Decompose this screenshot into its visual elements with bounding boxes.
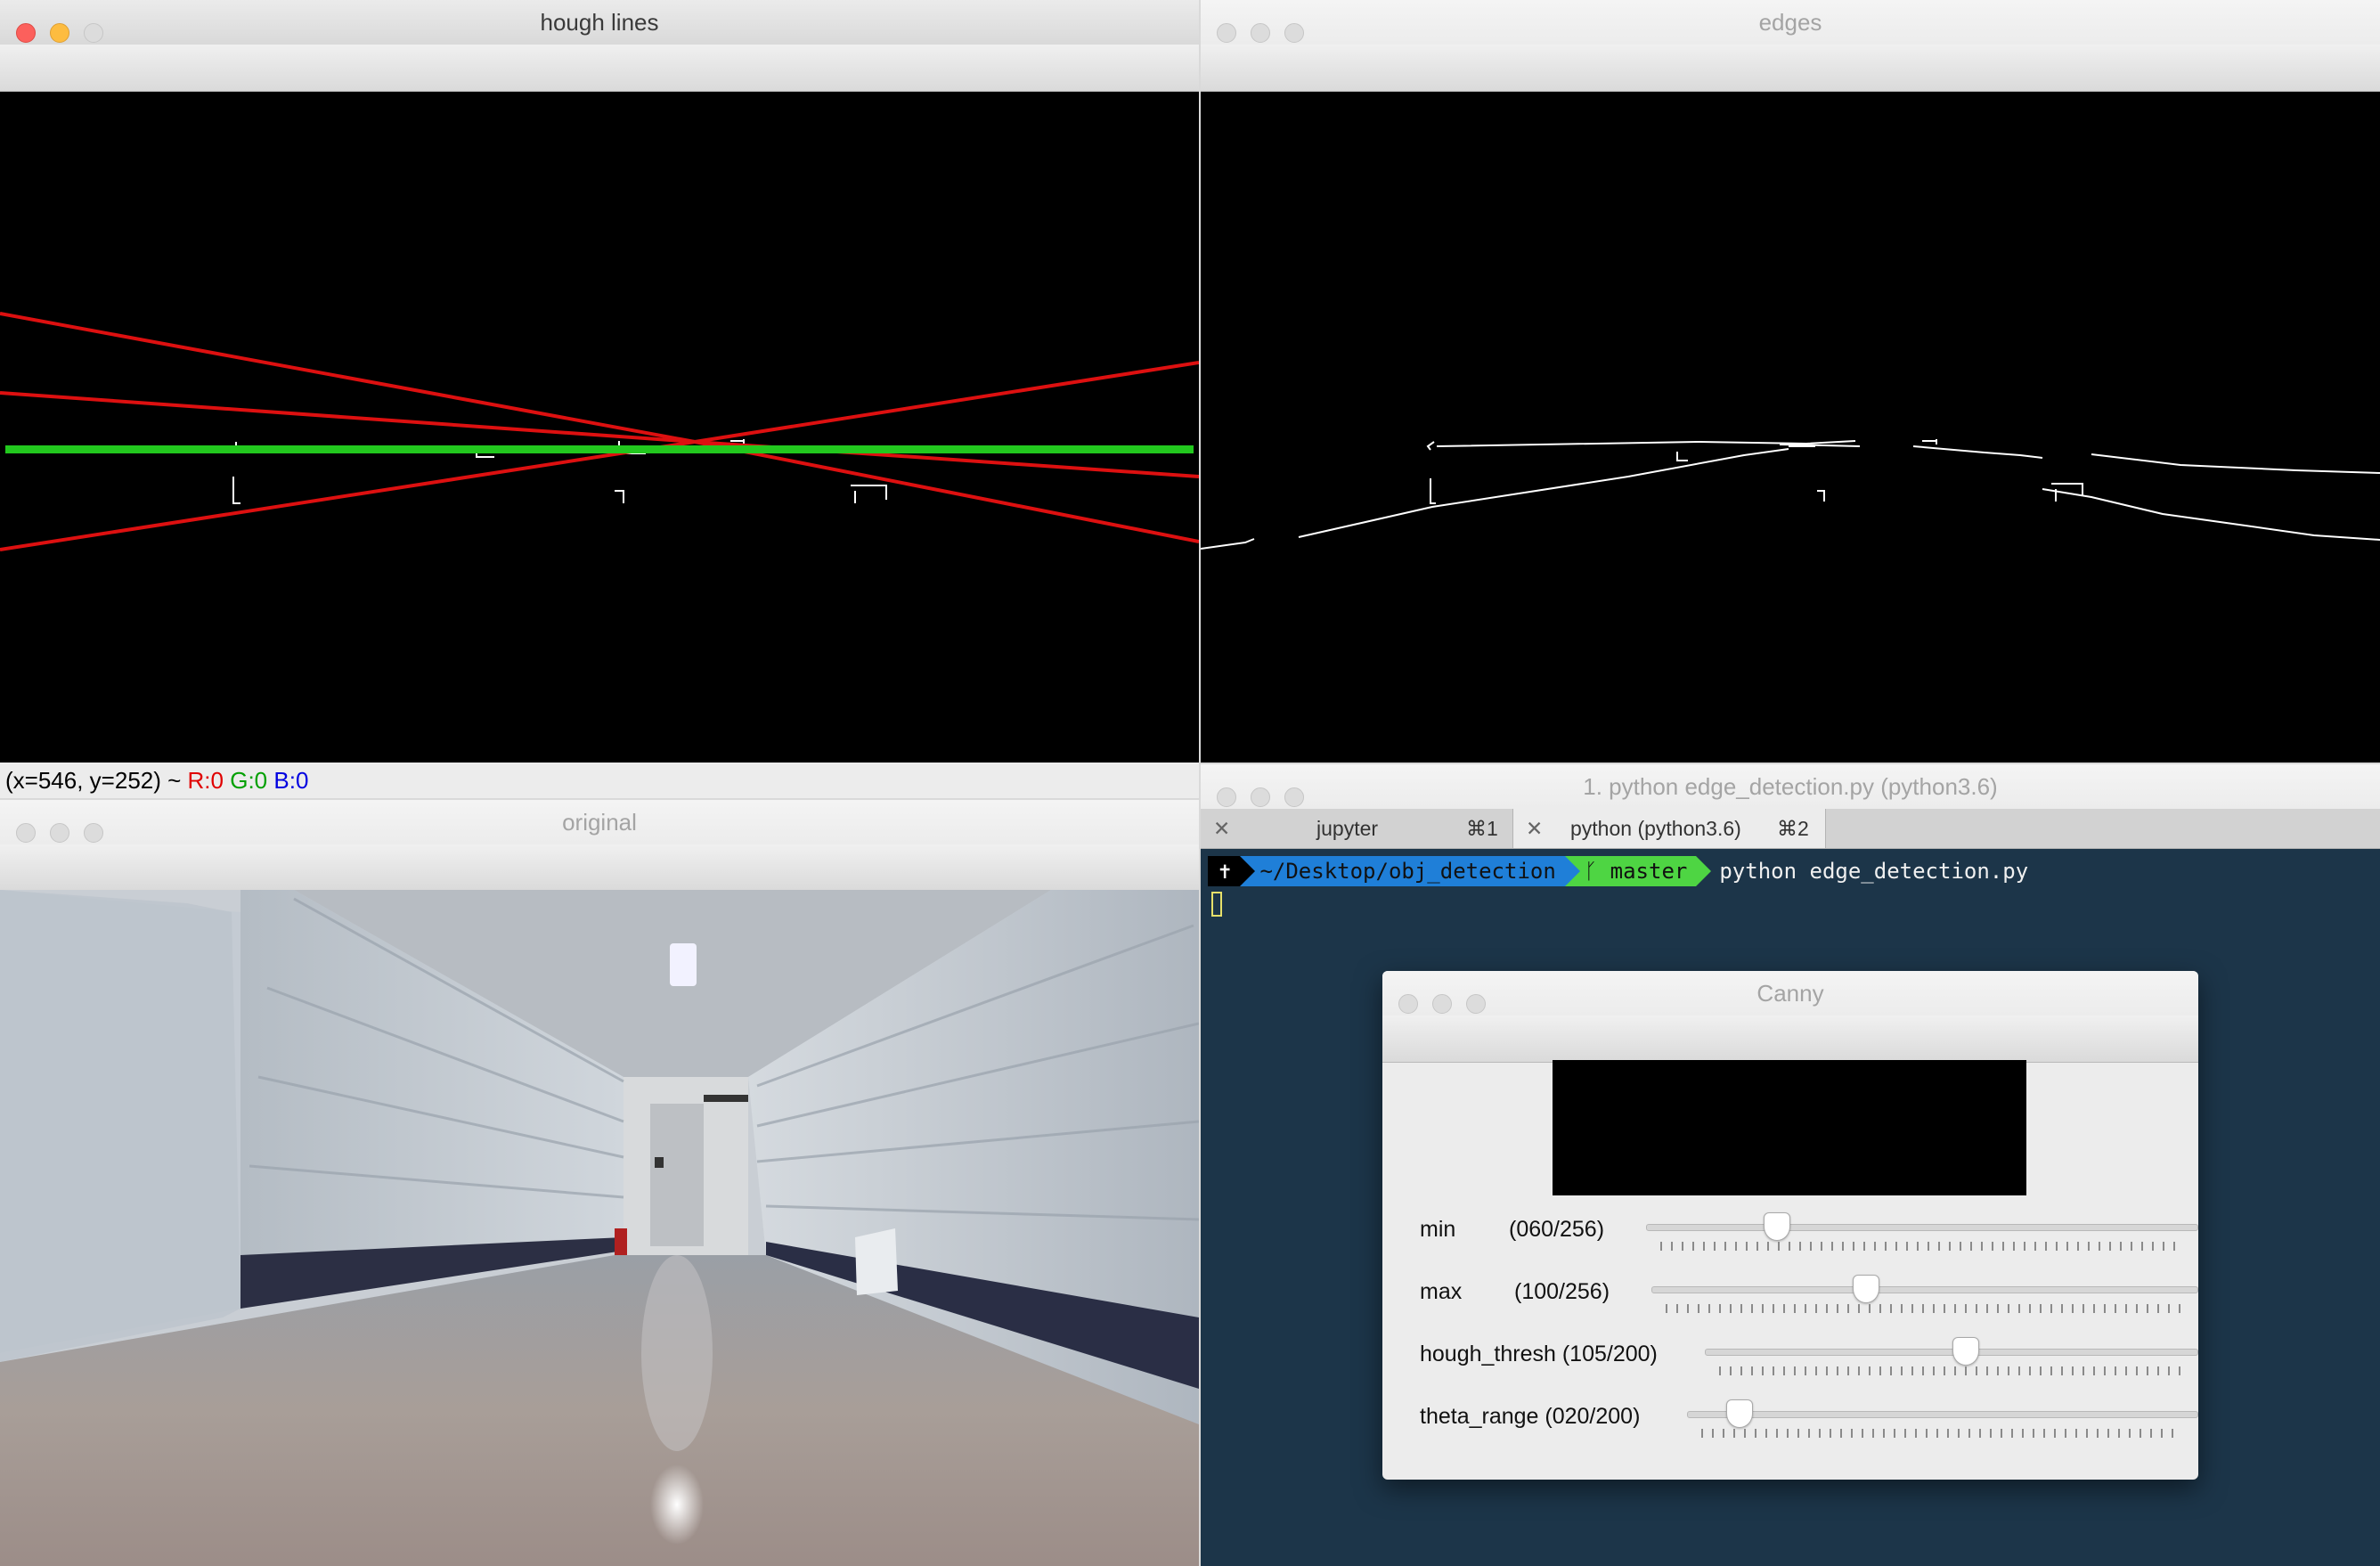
canny-preview (1553, 1060, 2026, 1195)
cross-icon: ✝ (1219, 859, 1232, 884)
hough-lines-window: hough lines (x=546, y=252) ~ R:0 G:0 B:0 (0, 0, 1199, 798)
minimize-button[interactable] (1251, 787, 1270, 807)
window-controls (16, 812, 118, 843)
window-toolbar (0, 45, 1199, 92)
window-title: Canny (1756, 980, 1824, 1007)
shell-prompt: ✝ ~/Desktop/obj_detection ᚴ master pytho… (1208, 856, 2028, 886)
status-b: B:0 (273, 767, 309, 794)
window-title: hough lines (540, 9, 659, 36)
slider-thumb[interactable] (1853, 1275, 1880, 1303)
tab-shortcut: ⌘2 (1777, 817, 1809, 840)
minimize-button[interactable] (50, 23, 69, 43)
slider-min: min (060/256) (1382, 1210, 2198, 1263)
edges-window: edges (1201, 0, 2380, 763)
prompt-root-segment: ✝ (1208, 856, 1256, 886)
minimize-button[interactable] (1251, 23, 1270, 43)
tab-label: python (python3.6) (1570, 817, 1741, 840)
terminal-tab-bar: ✕ jupyter ⌘1 ✕ python (python3.6) ⌘2 (1201, 809, 2380, 849)
slider-thumb[interactable] (1764, 1212, 1791, 1241)
window-title: original (562, 809, 637, 836)
slider-label: max (1420, 1279, 1463, 1304)
hallway-photo (0, 890, 1199, 1566)
window-toolbar (1382, 1015, 2198, 1063)
edges-image[interactable] (1201, 92, 2380, 763)
close-tab-icon[interactable]: ✕ (1526, 809, 1543, 848)
window-controls (1217, 777, 1318, 807)
close-button[interactable] (1398, 994, 1418, 1014)
slider-label: min (1420, 1217, 1456, 1242)
slider-track[interactable] (1687, 1399, 2198, 1428)
original-camera-image[interactable] (0, 890, 1199, 1566)
git-branch-icon: ᚴ (1584, 859, 1598, 884)
prompt-path-segment: ~/Desktop/obj_detection (1240, 856, 1580, 886)
tab-jupyter[interactable]: ✕ jupyter ⌘1 (1201, 809, 1512, 848)
edge-contours (1201, 439, 2380, 550)
hough-red-lines (0, 312, 1199, 551)
original-window: original (0, 800, 1199, 1566)
window-title: edges (1758, 9, 1822, 36)
terminal-titlebar[interactable]: 1. python edge_detection.py (python3.6) (1201, 764, 2380, 810)
close-tab-icon[interactable]: ✕ (1213, 809, 1230, 848)
slider-hough-thresh: hough_thresh (105/200) (1382, 1334, 2198, 1388)
slider-value: (060/256) (1509, 1217, 1605, 1242)
slider-theta-range: theta_range (020/200) (1382, 1397, 2198, 1450)
minimize-button[interactable] (1432, 994, 1452, 1014)
slider-thumb[interactable] (1726, 1399, 1754, 1428)
window-controls (1217, 12, 1318, 43)
canny-window: Canny min (060/256) max (100/256) hough_… (1382, 971, 2198, 1480)
edges-titlebar[interactable]: edges (1201, 0, 2380, 45)
zoom-button[interactable] (1284, 23, 1304, 43)
slider-label: theta_range (020/200) (1420, 1404, 1641, 1429)
edges-drawing (1201, 439, 2380, 550)
window-controls (16, 12, 118, 43)
slider-ticks (1660, 1242, 2182, 1251)
close-button[interactable] (16, 23, 36, 43)
prompt-path: ~/Desktop/obj_detection (1259, 859, 1556, 884)
status-r: R:0 (187, 767, 224, 794)
status-coords: (x=546, y=252) ~ (5, 767, 188, 794)
slider-max: max (100/256) (1382, 1272, 2198, 1325)
slider-ticks (1666, 1304, 2182, 1313)
close-button[interactable] (1217, 787, 1236, 807)
hough-green-line (5, 445, 1194, 453)
hough-lines-titlebar[interactable]: hough lines (0, 0, 1199, 45)
window-controls (1398, 983, 1500, 1014)
slider-track[interactable] (1651, 1275, 2198, 1303)
close-button[interactable] (1217, 23, 1236, 43)
hough-lines-image[interactable] (0, 92, 1199, 763)
prompt-branch: master (1610, 859, 1688, 884)
prompt-git-segment: ᚴ master (1564, 856, 1712, 886)
canny-titlebar[interactable]: Canny (1382, 971, 2198, 1016)
slider-value: (100/256) (1514, 1279, 1610, 1304)
slider-track[interactable] (1646, 1212, 2198, 1241)
prompt-command: python edge_detection.py (1719, 859, 2029, 884)
pixel-status-bar: (x=546, y=252) ~ R:0 G:0 B:0 (0, 763, 1199, 798)
slider-label: hough_thresh (105/200) (1420, 1342, 1658, 1366)
zoom-button[interactable] (84, 23, 103, 43)
hough-lines-drawing (0, 312, 1199, 551)
original-titlebar[interactable]: original (0, 800, 1199, 845)
zoom-button[interactable] (1466, 994, 1486, 1014)
slider-ticks (1719, 1366, 2182, 1375)
status-g: G:0 (230, 767, 268, 794)
window-title: 1. python edge_detection.py (python3.6) (1583, 773, 1998, 800)
slider-track[interactable] (1705, 1337, 2198, 1366)
minimize-button[interactable] (50, 823, 69, 843)
slider-thumb[interactable] (1952, 1337, 1979, 1366)
zoom-button[interactable] (84, 823, 103, 843)
terminal-cursor (1211, 892, 1222, 917)
tab-label: jupyter (1316, 817, 1379, 840)
window-toolbar (1201, 45, 2380, 92)
close-button[interactable] (16, 823, 36, 843)
slider-ticks (1701, 1429, 2182, 1438)
window-toolbar (0, 844, 1199, 892)
tab-python[interactable]: ✕ python (python3.6) ⌘2 (1512, 809, 1826, 848)
tab-shortcut: ⌘1 (1466, 817, 1498, 840)
zoom-button[interactable] (1284, 787, 1304, 807)
